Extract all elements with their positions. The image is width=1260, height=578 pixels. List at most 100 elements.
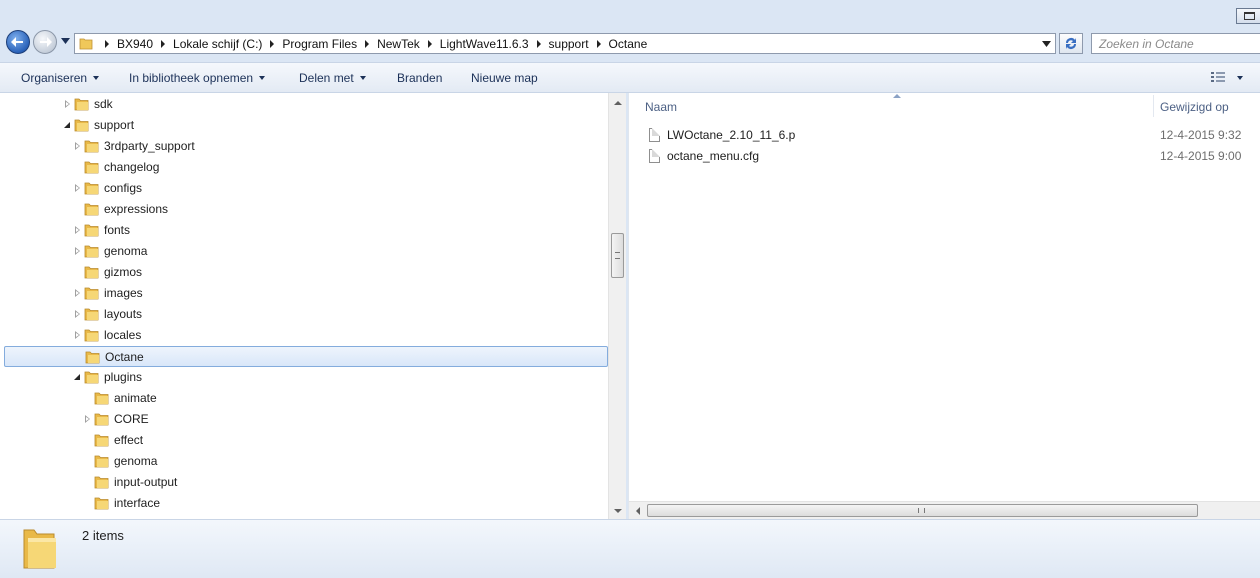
tree-item[interactable]: interface xyxy=(4,493,608,514)
breadcrumb-separator-icon[interactable] xyxy=(596,39,601,48)
collapse-arrow-icon[interactable] xyxy=(64,122,70,128)
scroll-down-arrow-icon[interactable] xyxy=(614,509,622,513)
tree-item[interactable]: genoma xyxy=(4,451,608,472)
tree-item[interactable]: animate xyxy=(4,388,608,409)
recent-pages-dropdown-icon[interactable] xyxy=(61,38,70,44)
tree-item[interactable]: changelog xyxy=(4,157,608,178)
breadcrumb-separator-icon[interactable] xyxy=(536,39,541,48)
file-list-horizontal-scrollbar[interactable] xyxy=(629,501,1260,519)
share-label: Delen met xyxy=(299,71,354,85)
window-title-bar xyxy=(0,0,1260,28)
tree-item[interactable]: CORE xyxy=(4,409,608,430)
scrollbar-thumb[interactable] xyxy=(647,504,1198,517)
breadcrumb-item-octane[interactable]: Octane xyxy=(609,37,648,51)
tree-item-label: expressions xyxy=(104,202,169,216)
tree-item[interactable]: configs xyxy=(4,178,608,199)
breadcrumb-item-support[interactable]: support xyxy=(549,37,589,51)
burn-button[interactable]: Branden xyxy=(397,71,442,85)
breadcrumb-item-drive[interactable]: Lokale schijf (C:) xyxy=(173,37,262,51)
folder-icon xyxy=(84,181,99,195)
expand-arrow-icon[interactable] xyxy=(85,415,90,423)
navigation-vertical-scrollbar[interactable] xyxy=(608,93,626,519)
breadcrumb-separator-icon[interactable] xyxy=(270,39,275,48)
expand-arrow-icon[interactable] xyxy=(65,100,70,108)
breadcrumb-item-newtek[interactable]: NewTek xyxy=(377,37,420,51)
expand-arrow-icon[interactable] xyxy=(75,184,80,192)
tree-item[interactable]: support xyxy=(4,115,608,136)
expand-arrow-icon[interactable] xyxy=(75,331,80,339)
address-bar[interactable]: BX940 Lokale schijf (C:) Program Files N… xyxy=(74,33,1056,54)
file-row[interactable]: LWOctane_2.10_11_6.p 12-4-2015 9:32 xyxy=(645,125,1260,146)
breadcrumb-item-program-files[interactable]: Program Files xyxy=(282,37,357,51)
folder-icon xyxy=(94,475,109,489)
command-bar: Organiseren In bibliotheek opnemen Delen… xyxy=(0,62,1260,93)
folder-icon xyxy=(94,433,109,447)
tree-item[interactable]: effect xyxy=(4,430,608,451)
tree-item[interactable]: gizmos xyxy=(4,262,608,283)
file-icon xyxy=(649,149,660,163)
column-divider[interactable] xyxy=(1153,95,1154,117)
address-history-dropdown-icon[interactable] xyxy=(1042,41,1051,47)
view-options-dropdown-icon[interactable] xyxy=(1237,76,1243,80)
breadcrumb-item-computer[interactable]: BX940 xyxy=(117,37,153,51)
tree-item[interactable]: Octane xyxy=(4,346,608,367)
arrow-right-icon xyxy=(40,37,52,47)
search-input[interactable]: Zoeken in Octane xyxy=(1091,33,1260,54)
chevron-down-icon xyxy=(93,76,100,80)
breadcrumb-separator-icon[interactable] xyxy=(161,39,166,48)
tree-item-label: layouts xyxy=(104,307,143,321)
folder-icon xyxy=(84,202,99,216)
tree-item[interactable]: images xyxy=(4,283,608,304)
arrow-left-icon xyxy=(11,37,23,47)
tree-item-label: gizmos xyxy=(104,265,143,279)
forward-button[interactable] xyxy=(33,30,57,54)
expand-arrow-icon[interactable] xyxy=(75,289,80,297)
maximize-icon xyxy=(1244,12,1255,20)
tree-item-label: locales xyxy=(104,328,142,342)
tree-item[interactable]: input-output xyxy=(4,472,608,493)
back-button[interactable] xyxy=(6,30,30,54)
sort-ascending-icon xyxy=(893,94,901,98)
folder-icon xyxy=(94,454,109,468)
breadcrumb-separator-icon[interactable] xyxy=(105,39,109,48)
file-row[interactable]: octane_menu.cfg 12-4-2015 9:00 xyxy=(645,146,1260,167)
column-header-name[interactable]: Naam xyxy=(645,100,677,114)
change-view-icon[interactable] xyxy=(1210,71,1226,84)
expand-arrow-icon[interactable] xyxy=(75,310,80,318)
maximize-button[interactable] xyxy=(1236,8,1260,24)
new-folder-button[interactable]: Nieuwe map xyxy=(471,71,538,85)
refresh-button[interactable] xyxy=(1059,33,1083,54)
expand-arrow-icon[interactable] xyxy=(75,226,80,234)
tree-item[interactable]: sdk xyxy=(4,94,608,115)
file-modified-date: 12-4-2015 9:00 xyxy=(1160,149,1242,163)
tree-item[interactable]: plugins xyxy=(4,367,608,388)
include-in-library-menu[interactable]: In bibliotheek opnemen xyxy=(129,71,266,85)
tree-item-label: interface xyxy=(114,496,161,510)
folder-icon xyxy=(84,370,99,384)
tree-item[interactable]: 3rdparty_support xyxy=(4,136,608,157)
tree-item[interactable]: genoma xyxy=(4,241,608,262)
organize-menu[interactable]: Organiseren xyxy=(21,71,100,85)
tree-item[interactable]: expressions xyxy=(4,199,608,220)
collapse-arrow-icon[interactable] xyxy=(74,374,80,380)
tree-item-label: fonts xyxy=(104,223,131,237)
scroll-left-arrow-icon[interactable] xyxy=(636,507,640,515)
include-library-label: In bibliotheek opnemen xyxy=(129,71,254,85)
file-list-pane: Naam Gewijzigd op LWOctane_2.10_11_6.p 1… xyxy=(628,93,1260,519)
expand-arrow-icon[interactable] xyxy=(75,247,80,255)
scroll-up-arrow-icon[interactable] xyxy=(614,101,622,105)
folder-icon xyxy=(74,97,89,111)
folder-icon xyxy=(84,286,99,300)
share-with-menu[interactable]: Delen met xyxy=(299,71,366,85)
column-header-modified[interactable]: Gewijzigd op xyxy=(1160,100,1229,114)
tree-item[interactable]: locales xyxy=(4,325,608,346)
expand-arrow-icon[interactable] xyxy=(75,142,80,150)
tree-item[interactable]: fonts xyxy=(4,220,608,241)
breadcrumb-separator-icon[interactable] xyxy=(365,39,370,48)
folder-icon xyxy=(85,350,100,364)
tree-item[interactable]: layouts xyxy=(4,304,608,325)
breadcrumb-separator-icon[interactable] xyxy=(427,39,432,48)
breadcrumb-item-lightwave[interactable]: LightWave11.6.3 xyxy=(440,37,529,51)
folder-icon xyxy=(84,244,99,258)
scrollbar-thumb[interactable] xyxy=(611,233,624,278)
